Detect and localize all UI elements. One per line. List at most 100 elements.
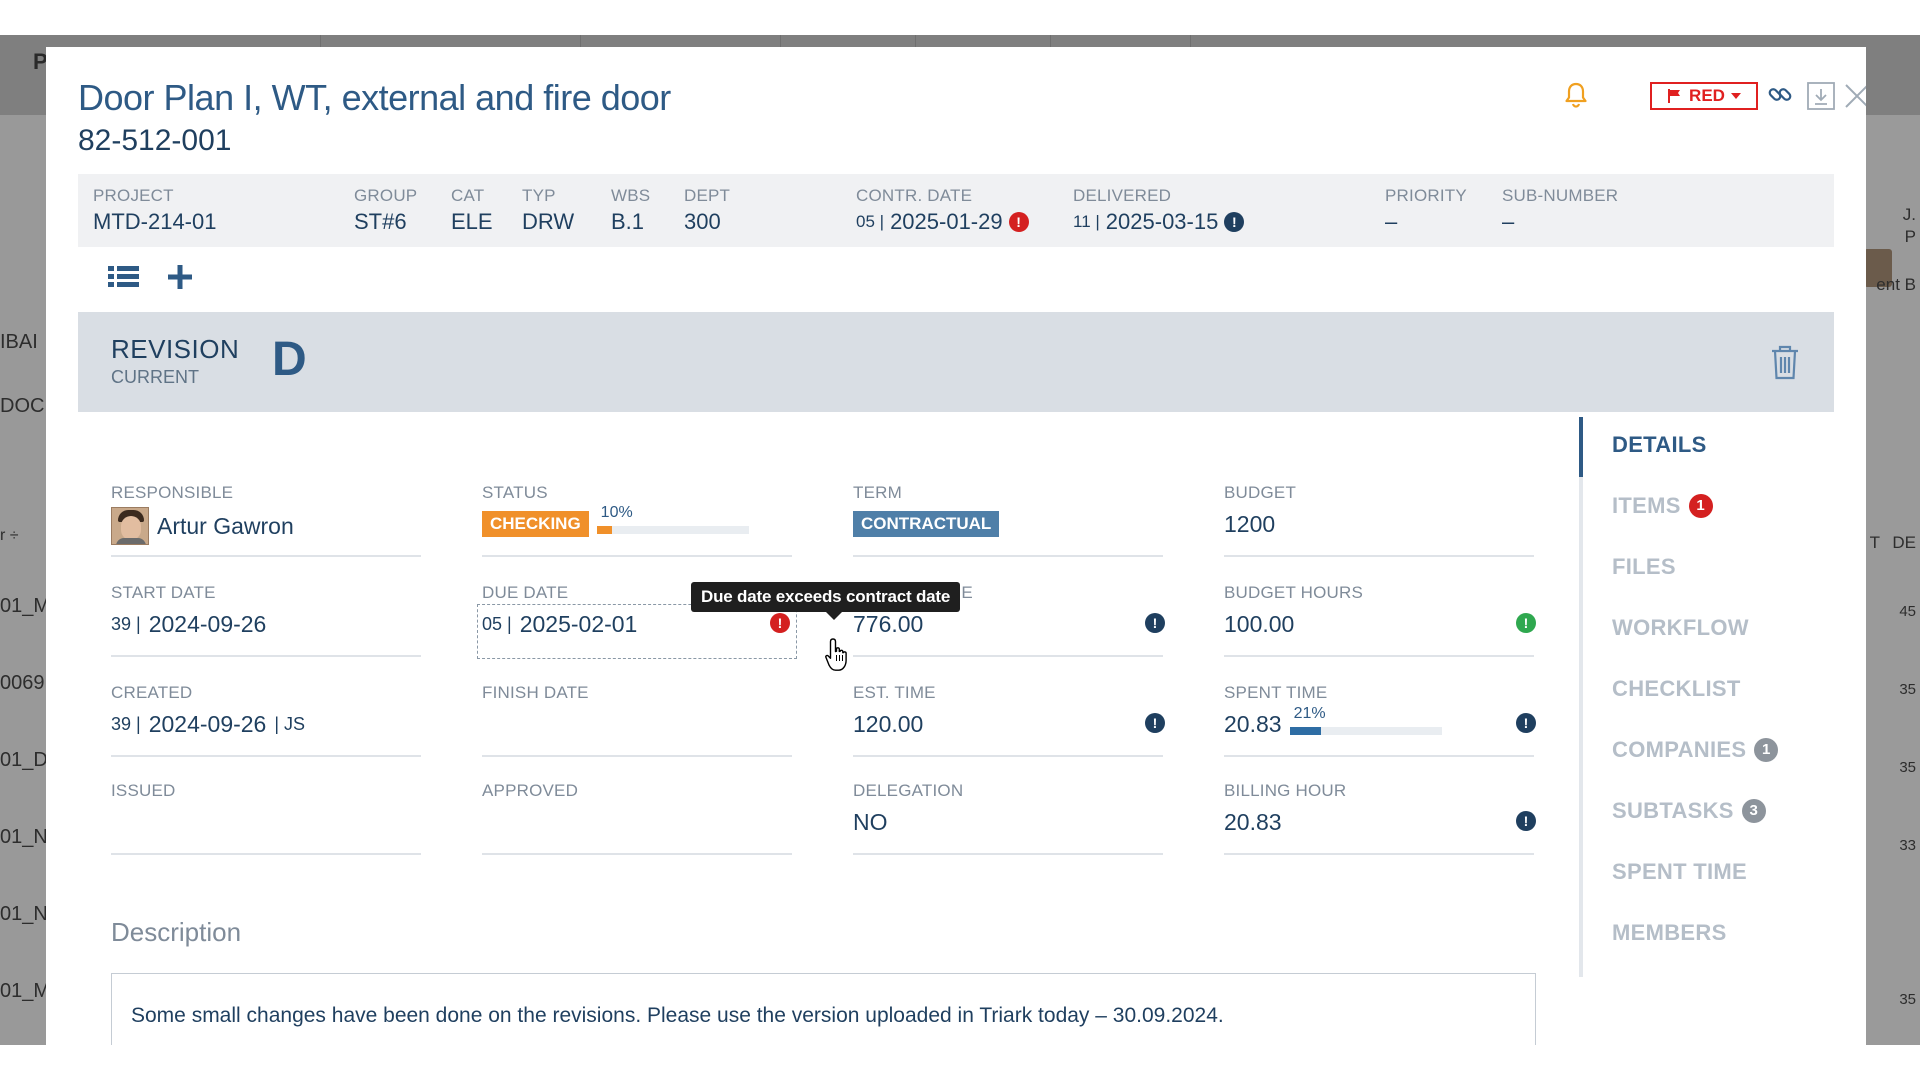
info-icon[interactable]: ! [1516, 811, 1536, 831]
field-budget[interactable]: BUDGET 1200 [1224, 477, 1534, 557]
meta-value-text: ELE [451, 209, 493, 234]
background-text: IBAI [0, 331, 38, 353]
info-icon[interactable]: ! [1516, 713, 1536, 733]
nav-label: MEMBERS [1612, 920, 1727, 945]
progress-fill [1289, 726, 1322, 735]
side-nav-members[interactable]: MEMBERS [1612, 920, 1727, 946]
add-revision-icon[interactable] [162, 261, 198, 293]
field-billing-hour[interactable]: BILLING HOUR 20.83 ! [1224, 775, 1536, 855]
background-text: r ÷ [0, 527, 19, 544]
side-navigation: DETAILS ITEMS 1 FILES WORKFLOW CHECKLIST … [1579, 417, 1859, 977]
responsible-name: Artur Gawron [157, 512, 294, 539]
revision-letter: D [272, 333, 307, 386]
nav-label: FILES [1612, 554, 1676, 579]
list-icon[interactable] [106, 261, 142, 293]
nav-label: SUBTASKS [1612, 798, 1734, 823]
field-value: 100.00 [1224, 611, 1294, 638]
field-label: STATUS [482, 483, 548, 502]
revision-sublabel: CURRENT [111, 367, 199, 387]
link-icon[interactable] [1764, 79, 1796, 111]
field-value: 20.83 21% [1224, 705, 1442, 738]
field-delegation[interactable]: DELEGATION NO [853, 775, 1163, 855]
field-label: CREATED [111, 683, 193, 702]
side-nav-files[interactable]: FILES [1612, 554, 1676, 580]
due-date-value: 2025-02-01 [519, 611, 638, 637]
due-date-alert-icon[interactable]: ! [770, 613, 790, 633]
close-icon[interactable] [1840, 79, 1866, 113]
meta-label: CONTR. DATE [856, 186, 973, 205]
field-value: 776.00 [853, 611, 923, 638]
spent-time-progress: 21% [1289, 705, 1442, 737]
progress-track [1289, 726, 1442, 735]
side-nav-companies[interactable]: COMPANIES 1 [1612, 737, 1779, 763]
field-value: 05 | 2025-02-01 [482, 611, 637, 638]
field-label: BUDGET [1224, 483, 1297, 502]
progress-text: 21% [1293, 704, 1326, 722]
week-number: 05 | [482, 614, 512, 634]
nav-label: SPENT TIME [1612, 859, 1748, 884]
field-est-time[interactable]: EST. TIME 120.00 ! [853, 677, 1165, 757]
info-icon[interactable]: ! [1516, 613, 1536, 633]
duration-time-value: 776.00 [853, 611, 924, 637]
meta-value-text: 2025-01-29 [890, 209, 1003, 234]
meta-value: 11 | 2025-03-15 ! [1073, 209, 1245, 235]
meta-wbs: WBS B.1 [611, 186, 650, 235]
field-label: RESPONSIBLE [111, 483, 234, 502]
background-text: P [1904, 227, 1916, 246]
nav-label: WORKFLOW [1612, 615, 1749, 640]
nav-label: ITEMS [1612, 493, 1681, 518]
side-nav-checklist[interactable]: CHECKLIST [1612, 676, 1741, 702]
field-value: 120.00 [853, 711, 923, 738]
info-icon[interactable]: ! [1145, 713, 1165, 733]
minimize-to-tray-icon[interactable] [1804, 79, 1838, 113]
meta-label: SUB-NUMBER [1502, 186, 1619, 205]
budget-hours-value: 100.00 [1224, 611, 1295, 637]
field-budget-hours[interactable]: BUDGET HOURS 100.00 ! [1224, 577, 1536, 657]
description-textbox[interactable]: Some small changes have been done on the… [111, 973, 1536, 1045]
side-nav-details[interactable]: DETAILS [1612, 432, 1707, 458]
meta-value-text: MTD-214-01 [93, 209, 217, 234]
field-status[interactable]: STATUS CHECKING 10% [482, 477, 792, 557]
trash-icon[interactable] [1768, 342, 1802, 382]
side-nav-spent-time[interactable]: SPENT TIME [1612, 859, 1747, 885]
background-left-column: IBAI DOCU r ÷ 01_M 0069 01_DI 01_N 01_N … [0, 115, 59, 1045]
field-start-date[interactable]: START DATE 39 | 2024-09-26 [111, 577, 421, 657]
field-label: BILLING HOUR [1224, 781, 1347, 800]
meta-label: GROUP [354, 186, 418, 205]
meta-value-text: B.1 [611, 209, 645, 234]
meta-value-text: 2025-03-15 [1105, 209, 1219, 234]
field-label: DUE DATE [482, 583, 569, 602]
field-finish-date[interactable]: FINISH DATE [482, 677, 792, 757]
meta-value: MTD-214-01 [93, 209, 216, 235]
bell-icon[interactable] [1560, 79, 1592, 111]
field-spent-time[interactable]: SPENT TIME 20.83 21% ! [1224, 677, 1536, 757]
field-term[interactable]: TERM CONTRACTUAL [853, 477, 1163, 557]
meta-value: – [1385, 209, 1467, 235]
info-icon[interactable]: ! [1145, 613, 1165, 633]
field-responsible[interactable]: RESPONSIBLE Artur Gawron [111, 477, 421, 557]
field-approved[interactable]: APPROVED [482, 775, 792, 855]
meta-value-text: DRW [522, 209, 575, 234]
created-value: 2024-09-26 [148, 711, 267, 737]
background-text: 01_M [0, 980, 51, 1002]
alert-icon[interactable]: ! [1008, 212, 1029, 232]
meta-sub-number: SUB-NUMBER – [1502, 186, 1618, 235]
est-time-value: 120.00 [853, 711, 924, 737]
background-text: 01_N [0, 903, 48, 925]
meta-label: PRIORITY [1385, 186, 1467, 205]
field-issued[interactable]: ISSUED [111, 775, 421, 855]
field-label: DELEGATION [853, 781, 964, 800]
document-meta-bar: PROJECT MTD-214-01 GROUP ST#6 CAT ELE TY… [78, 174, 1834, 247]
side-nav-subtasks[interactable]: SUBTASKS 3 [1612, 798, 1766, 824]
revision-details: RESPONSIBLE Artur Gawron STATUS CHECKING… [78, 417, 1566, 1045]
meta-value-text: ST#6 [354, 209, 407, 234]
side-nav-items[interactable]: ITEMS 1 [1612, 493, 1713, 519]
priority-flag-dropdown[interactable]: RED [1650, 82, 1758, 110]
field-label: APPROVED [482, 781, 579, 800]
side-nav-workflow[interactable]: WORKFLOW [1612, 615, 1749, 641]
meta-value: ST#6 [354, 209, 417, 235]
background-text: 45 [1899, 603, 1916, 620]
field-value: CHECKING 10% [482, 504, 749, 537]
info-icon[interactable]: ! [1224, 212, 1245, 232]
background-right-column: J. P ent B T DE 45 35 35 33 35 34 [1864, 115, 1920, 1045]
